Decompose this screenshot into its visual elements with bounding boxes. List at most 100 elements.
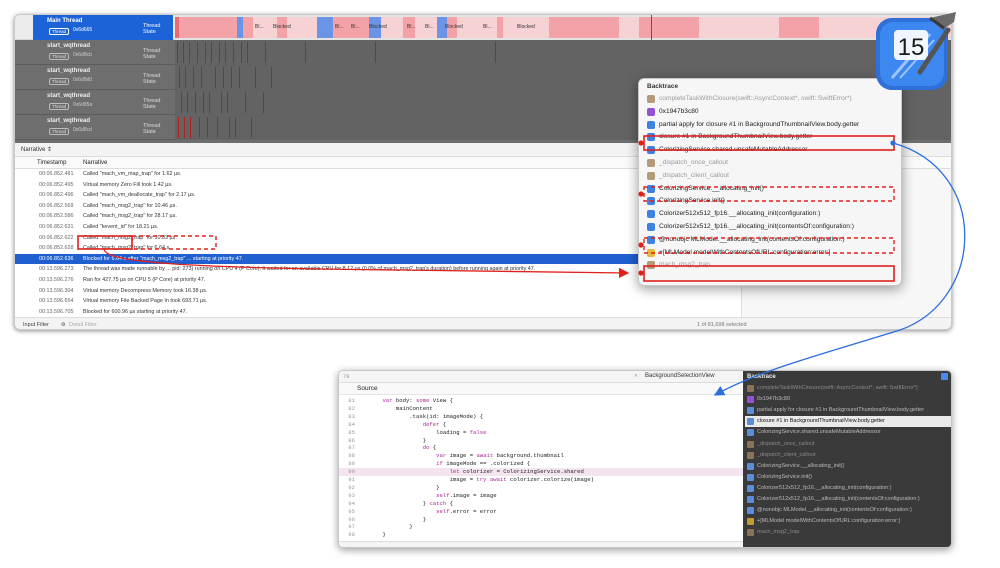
thread-state-segment (549, 17, 619, 38)
backtrace-frame[interactable]: _dispatch_once_callout (645, 157, 897, 170)
line-number: 90 (348, 468, 355, 476)
xcode-backtrace-frame[interactable]: 0x1947b3c80 (745, 394, 951, 405)
xcode-backtrace-frame[interactable]: ColorizingService.shared.unsafeMutableAd… (745, 427, 951, 438)
code-line[interactable]: 98 } (339, 531, 743, 539)
narrative-column-header[interactable]: Narrative (83, 160, 107, 166)
source-code[interactable]: 81 var body: some View {82 mainContent 83… (339, 395, 743, 541)
activity-tick (185, 67, 186, 88)
timestamp-column-header[interactable]: Timestamp (37, 160, 66, 166)
code-line[interactable]: 85 loading = false (339, 429, 743, 437)
activity-tick (219, 42, 220, 63)
backtrace-frame[interactable]: mach_msg2_trap (645, 259, 897, 272)
narrative-row[interactable]: 00:13.596.654 Virtual memory File Backed … (15, 296, 741, 307)
xcode-backtrace-frame[interactable]: partial apply for closure #1 in Backgrou… (745, 405, 951, 416)
main-thread-lane[interactable]: Bl... Blocked Bl... Bl... Blocked Bl... Bl... B… (175, 15, 951, 40)
narrative-row[interactable]: 00:13.596.304 Virtual memory Decompress M… (15, 286, 741, 297)
narrative-row[interactable]: 00:06.852.496 Called "mach_vm_deallocate_… (15, 190, 741, 201)
backtrace-frame[interactable]: closure #1 in BackgroundThumbnailView.bo… (645, 131, 897, 144)
code-line[interactable]: 84 defer { (339, 421, 743, 429)
track-label[interactable]: start_wqthread Thread 0x6d85a Thread Sta… (33, 90, 173, 115)
input-filter-button[interactable]: Input Filter (23, 322, 49, 328)
track-worker-thread[interactable]: start_wqthread Thread 0x6d8cb Thread Sta… (15, 40, 951, 65)
thread-id: 0x6d85a (73, 102, 93, 108)
xcode-backtrace-frame[interactable]: @nonobjc MLModel.__allocating_init(conte… (745, 505, 951, 516)
backtrace-frame[interactable]: @nonobjc MLModel.__allocating_init(conte… (645, 234, 897, 247)
code-line[interactable]: 93 self.image = image (339, 492, 743, 500)
code-line[interactable]: 94 } catch { (339, 500, 743, 508)
xcode-backtrace-frame[interactable]: Colorizer512x512_fp16.__allocating_init(… (745, 494, 951, 505)
backtrace-frame[interactable]: partial apply for closure #1 in Backgrou… (645, 119, 897, 132)
activity-tick (181, 92, 182, 113)
thread-state-label: Thread State (143, 123, 161, 135)
xcode-backtrace-frame[interactable]: mach_msg2_trap (745, 527, 951, 538)
track-label[interactable]: Main Thread Thread 0x6d665 Thread State (33, 15, 173, 40)
narrative-row[interactable]: 00:13.596.273 The thread was made runnabl… (15, 264, 741, 275)
narrative-row[interactable]: 00:06.852.631 Called "kevent_id" for 18.2… (15, 222, 741, 233)
activity-tick (197, 42, 198, 63)
narrative-row[interactable]: 00:13.596.276 Ran for 427.75 µs on CPU 5 … (15, 275, 741, 286)
narrative-row[interactable]: 00:06.852.586 Called "mach_msg2_trap" for… (15, 211, 741, 222)
activity-tick (231, 67, 232, 88)
backtrace-frame[interactable]: Colorizer512x512_fp16.__allocating_init(… (645, 208, 897, 221)
activity-tick (193, 67, 194, 88)
frame-user-icon (747, 507, 754, 515)
code-line[interactable]: 95 self.error = error (339, 508, 743, 516)
backtrace-frame[interactable]: +[MLModel modelWithContentsOfURL:configu… (645, 247, 897, 260)
narrative-row[interactable]: 00:13.596.705 Blocked for 600.96 µs start… (15, 307, 741, 317)
code-line[interactable]: 90 let colorizer = ColorizingService.sha… (339, 468, 743, 476)
xcode-backtrace-frame[interactable]: ColorizingService.__allocating_init() (745, 461, 951, 472)
backtrace-frame[interactable]: ColorizingService.__allocating_init() (645, 183, 897, 196)
code-line[interactable]: 89 if imageMode == .colorized { (339, 460, 743, 468)
line-number: 84 (348, 420, 355, 428)
code-text: var body: some View { (382, 397, 453, 404)
narrative-row[interactable]: 00:06.852.481 Called "mach_vm_map_trap" f… (15, 169, 741, 180)
narrative-row[interactable]: 00:06.852.636 Blocked for 6.64 s after "m… (15, 253, 741, 265)
code-line[interactable]: 81 var body: some View { (339, 397, 743, 405)
row-timestamp: 00:06.852.631 (39, 224, 74, 230)
backtrace-title: Backtrace (647, 83, 679, 90)
worker-lane[interactable] (175, 40, 951, 65)
xcode-backtrace-frame[interactable]: _dispatch_client_callout (745, 450, 951, 461)
narrative-rows: 00:06.852.481 Called "mach_vm_map_trap" f… (15, 169, 741, 317)
track-label[interactable]: start_wqthread Thread 0x6d8cb Thread Sta… (33, 40, 173, 65)
xcode-backtrace-frame[interactable]: completeTaskWithClosure(swift::AsyncCont… (745, 383, 951, 394)
code-line[interactable]: 87 do { (339, 444, 743, 452)
backtrace-frame[interactable]: Colorizer512x512_fp16.__allocating_init(… (645, 221, 897, 234)
backtrace-frame[interactable]: completeTaskWithClosure(swift::AsyncCont… (645, 93, 897, 106)
narrative-row[interactable]: 00:06.852.495 Virtual memory Zero Fill to… (15, 180, 741, 191)
xcode-backtrace-frame[interactable]: Colorizer512x512_fp16.__allocating_init(… (745, 483, 951, 494)
panel-icon[interactable] (941, 373, 948, 380)
xcode-backtrace-frame[interactable]: ColorizingService.init() (745, 472, 951, 483)
segment-label: Blocked (517, 24, 535, 30)
narrative-row[interactable]: 00:06.852.628 Called "mach_msg2_trap" for… (15, 243, 741, 254)
backtrace-frame[interactable]: 0x1947b3c80 (645, 106, 897, 119)
backtrace-frame[interactable]: ColorizingService.shared.unsafeMutableAd… (645, 144, 897, 157)
backtrace-frame[interactable]: ColorizingService.init() (645, 195, 897, 208)
frame-user-icon (747, 440, 754, 448)
xcode-backtrace-frame[interactable]: closure #1 in BackgroundThumbnailView.bo… (745, 416, 951, 428)
chevron-left-icon[interactable]: ‹ (635, 373, 637, 379)
code-line[interactable]: 86 } (339, 437, 743, 445)
code-line[interactable]: 96 } (339, 516, 743, 524)
composite-screenshot: Main Thread Thread 0x6d665 Thread State … (0, 0, 1000, 568)
code-line[interactable]: 97 } (339, 523, 743, 531)
segment-label: Blocked (445, 24, 463, 30)
code-line[interactable]: 82 mainContent (339, 405, 743, 413)
xcode-backtrace-frame[interactable]: _dispatch_once_callout (745, 439, 951, 450)
backtrace-frame[interactable]: _dispatch_client_callout (645, 170, 897, 183)
detail-filter-input[interactable]: Detail Filter (69, 322, 97, 328)
activity-tick (239, 67, 240, 88)
frame-user-icon (747, 407, 754, 415)
track-label[interactable]: start_wqthread Thread 0x6d8cd Thread Sta… (33, 115, 173, 140)
track-main-thread[interactable]: Main Thread Thread 0x6d665 Thread State … (15, 15, 951, 40)
code-line[interactable]: 83 .task(id: imageMode) { (339, 413, 743, 421)
segment-label: Blocked (369, 24, 387, 30)
jump-bar-file[interactable]: BackgroundSelectionView (645, 373, 715, 379)
narrative-row[interactable]: 00:06.852.569 Called "mach_msg2_trap" for… (15, 201, 741, 212)
code-line[interactable]: 92 } (339, 484, 743, 492)
xcode-backtrace-frame[interactable]: +[MLModel modelWithContentsOfURL:configu… (745, 516, 951, 527)
code-line[interactable]: 88 var image = await background.thumbnai… (339, 452, 743, 460)
narrative-row[interactable]: 00:06.852.622 Called "mach_msg2_trap" for… (15, 233, 741, 244)
track-label[interactable]: start_wqthread Thread 0x6d8d0 Thread Sta… (33, 65, 173, 90)
code-line[interactable]: 91 image = try await colorizer.colorize(… (339, 476, 743, 484)
